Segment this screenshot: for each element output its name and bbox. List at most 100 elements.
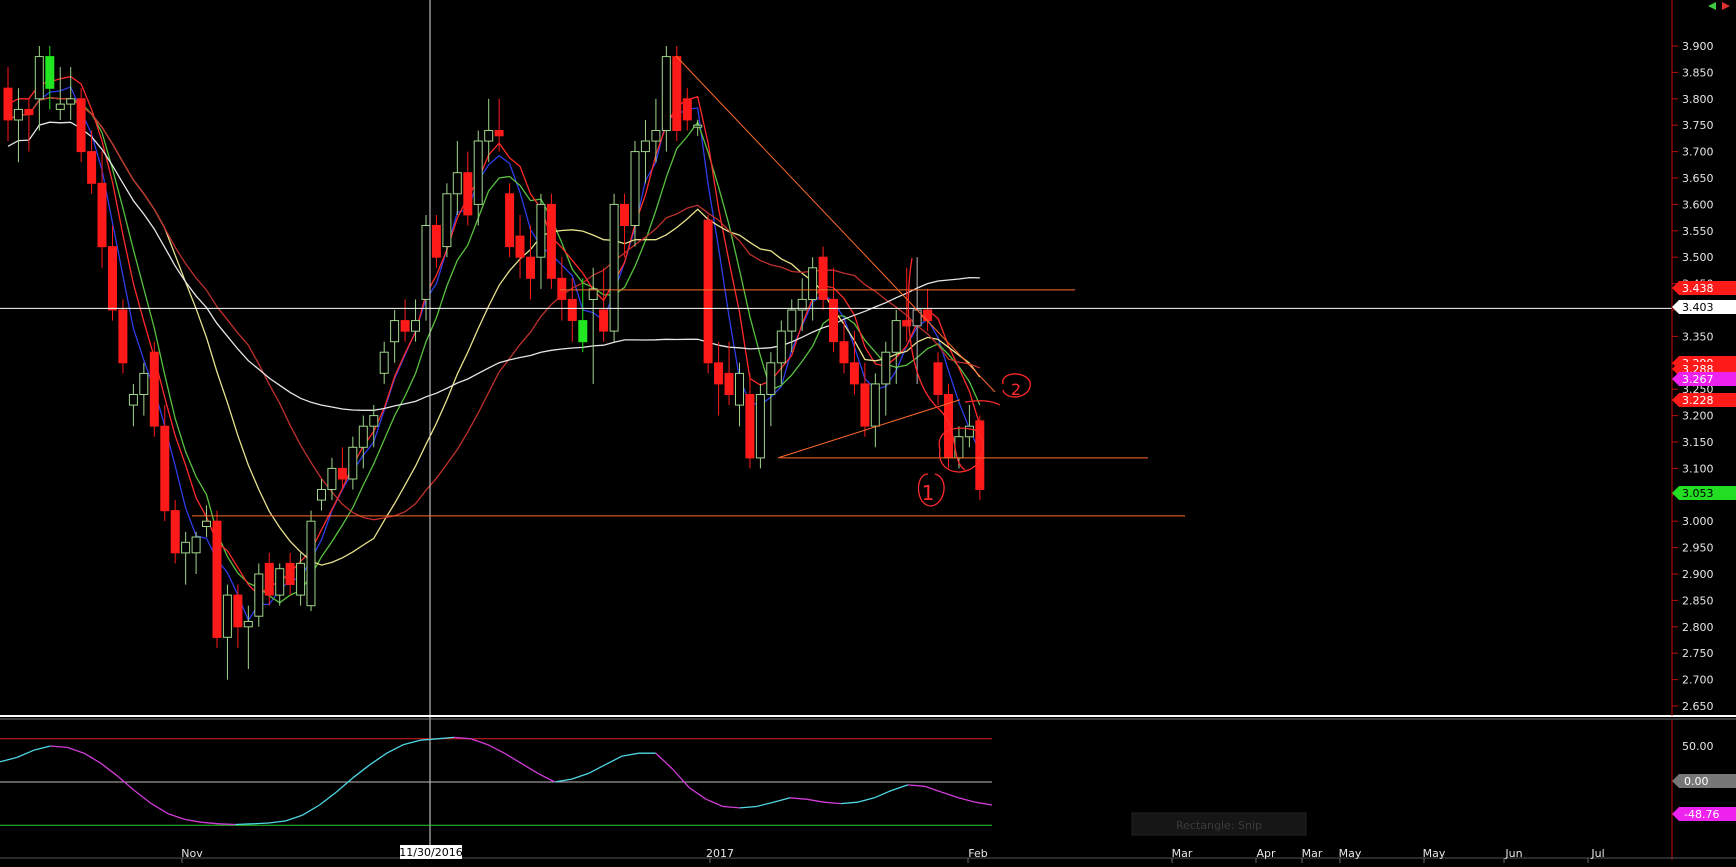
candle-body: [526, 256, 535, 279]
candle-body: [379, 351, 389, 374]
candle-body: [620, 203, 629, 226]
candle-body: [160, 425, 170, 512]
price-axis-label: 3.750: [1682, 119, 1714, 132]
price-axis-label: 2.950: [1682, 542, 1714, 555]
chart-window: 1 2 Rectangle: Snip 3.900 3.850 3.800 3.750 3.…: [0, 0, 1736, 863]
price-tag-label: 3.403: [1682, 301, 1714, 314]
candle-body: [97, 182, 107, 248]
candle-body: [452, 172, 462, 195]
price-tag-label: 3.228: [1682, 394, 1714, 407]
candle-body: [118, 309, 128, 364]
time-axis-label: Nov: [181, 847, 203, 860]
candle-body: [484, 130, 494, 142]
candle-body: [421, 225, 431, 300]
candle-body: [317, 489, 326, 501]
price-axis-label: 3.200: [1682, 410, 1714, 423]
price-axis-label: 3.900: [1682, 40, 1714, 53]
crosshair-date-label: 11/30/2016: [399, 846, 462, 859]
time-axis-label: Feb: [968, 847, 987, 860]
candle-body: [24, 108, 34, 116]
candle-body: [348, 446, 358, 480]
price-axis-label: 3.800: [1682, 93, 1714, 106]
candle-body: [13, 108, 23, 121]
candle-body: [578, 320, 588, 343]
candle-body: [776, 330, 786, 364]
candle-body: [212, 520, 222, 638]
candle-body: [630, 151, 640, 227]
candle-body: [693, 124, 703, 128]
tooltip-label: Rectangle: Snip: [1176, 819, 1262, 832]
candle-body: [640, 140, 650, 153]
price-axis-label: 3.150: [1682, 436, 1714, 449]
price-axis-label: 2.900: [1682, 568, 1714, 581]
price-axis-label: 3.650: [1682, 172, 1714, 185]
price-axis-label: 3.000: [1682, 515, 1714, 528]
candle-body: [431, 225, 441, 258]
time-axis-label: Jun: [1504, 847, 1522, 860]
candle-body: [745, 394, 755, 459]
candle-body: [891, 320, 901, 353]
candle-body: [933, 362, 943, 395]
candle-body: [55, 103, 65, 110]
candle-body: [557, 277, 567, 300]
candle-body: [735, 372, 744, 406]
candle-body: [787, 309, 797, 332]
candle-body: [34, 56, 44, 100]
candle-body: [306, 520, 316, 607]
price-axis-label: 3.100: [1682, 462, 1714, 475]
candle-body: [442, 193, 452, 248]
candle-body: [400, 320, 410, 332]
candle-body: [839, 341, 849, 364]
candle-body: [202, 520, 211, 528]
candle-body: [651, 130, 661, 142]
price-axis-label: 3.850: [1682, 66, 1714, 79]
candle-body: [358, 425, 368, 448]
candle-body: [494, 130, 504, 137]
price-axis-label: 3.350: [1682, 330, 1714, 343]
candle-body: [672, 56, 682, 131]
candle-body: [275, 568, 285, 596]
price-axis-label: 3.550: [1682, 225, 1714, 238]
osc-axis-label: 50.00: [1682, 740, 1714, 753]
candle-body: [567, 298, 577, 321]
time-axis-label: May: [1423, 847, 1446, 860]
candle-body: [818, 256, 828, 300]
candle-body: [390, 320, 400, 343]
osc-line-segment: [252, 822, 270, 825]
price-axis-label: 2.750: [1682, 647, 1714, 660]
candle-body: [66, 98, 76, 105]
candle-body: [766, 362, 776, 395]
candle-body: [829, 298, 838, 343]
price-axis-label: 2.700: [1682, 674, 1714, 687]
annotation-label-2: 2: [1011, 380, 1021, 399]
candle-body: [881, 351, 891, 385]
candle-body: [181, 541, 191, 554]
candle-body: [45, 56, 55, 89]
candle-body: [3, 87, 13, 121]
candle-body: [191, 536, 201, 554]
stock-chart[interactable]: 1 2 Rectangle: Snip 3.900 3.850 3.800 3.750 3.…: [0, 0, 1736, 863]
candle-body: [755, 394, 765, 459]
candle-body: [243, 621, 253, 628]
candle-body: [222, 594, 232, 638]
candle-body: [703, 219, 713, 364]
candle-body: [724, 372, 734, 395]
time-axis-label: Mar: [1172, 847, 1193, 860]
candle-body: [714, 362, 724, 385]
candle-body: [599, 309, 609, 332]
candle-body: [296, 562, 306, 596]
candle-body: [87, 151, 97, 184]
time-axis-label: Apr: [1256, 847, 1276, 860]
candle-body: [76, 98, 86, 153]
price-tag-label: 3.053: [1682, 487, 1714, 500]
candle-body: [505, 193, 515, 248]
chart-background: [0, 0, 1736, 863]
price-axis-label: 3.500: [1682, 251, 1714, 264]
price-tag-label: 3.438: [1682, 282, 1714, 295]
candle-body: [108, 246, 117, 311]
osc-price-tag-label: 0.00: [1684, 775, 1709, 788]
candle-body: [337, 467, 347, 480]
osc-line-segment: [235, 823, 253, 826]
price-axis-label: 2.850: [1682, 594, 1714, 607]
osc-price-tag-label: -48.76: [1684, 808, 1719, 821]
